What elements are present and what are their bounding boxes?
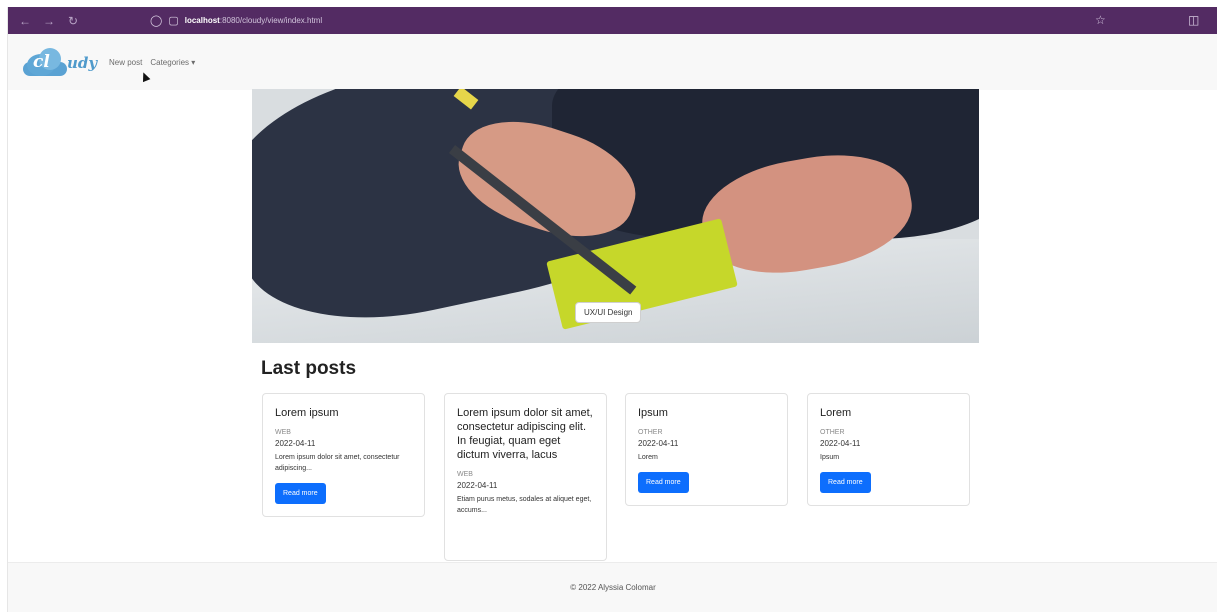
post-title: Lorem ipsum dolor sit amet, consectetur … xyxy=(457,407,593,461)
post-excerpt: Etiam purus metus, sodales at aliquet eg… xyxy=(457,496,592,514)
forward-arrow-icon[interactable]: → xyxy=(42,14,56,28)
browser-window: ← → ↻ ◯ ▢ localhost:8080/cloudy/view/ind… xyxy=(7,7,1217,612)
read-more-button[interactable]: Read more xyxy=(275,483,326,504)
logo-text: cl xyxy=(33,52,50,72)
post-category: OTHER xyxy=(638,429,663,436)
extensions-icon[interactable]: ◫ xyxy=(1188,13,1199,27)
site-logo[interactable]: cl udy xyxy=(21,42,97,82)
hero-category-badge[interactable]: UX/UI Design xyxy=(575,302,642,323)
post-card: Lorem OTHER 2022-04-11 Ipsum Read more xyxy=(807,393,970,506)
post-date: 2022-04-11 xyxy=(457,481,498,490)
nav-categories-dropdown[interactable]: Categories ▾ xyxy=(150,58,195,67)
shield-icon: ◯ xyxy=(150,15,163,27)
post-title: Lorem xyxy=(820,407,852,419)
post-excerpt: Lorem ipsum dolor sit amet, consectetur … xyxy=(275,454,400,472)
hero-carousel-image[interactable]: UX/UI Design xyxy=(252,89,979,343)
section-title: Last posts xyxy=(261,358,357,379)
reload-icon[interactable]: ↻ xyxy=(66,14,80,28)
address-bar[interactable]: ◯ ▢ localhost:8080/cloudy/view/index.htm… xyxy=(150,7,322,34)
nav-new-post[interactable]: New post xyxy=(109,58,142,67)
post-title: Ipsum xyxy=(638,407,668,419)
browser-toolbar: ← → ↻ ◯ ▢ localhost:8080/cloudy/view/ind… xyxy=(8,7,1217,34)
url-text[interactable]: localhost:8080/cloudy/view/index.html xyxy=(185,16,322,25)
post-excerpt: Lorem xyxy=(638,454,658,461)
post-date: 2022-04-11 xyxy=(275,439,316,448)
post-date: 2022-04-11 xyxy=(638,439,679,448)
back-arrow-icon[interactable]: ← xyxy=(18,14,32,28)
bookmark-star-icon[interactable]: ☆ xyxy=(1095,13,1106,27)
page-icon: ▢ xyxy=(168,15,179,27)
post-date: 2022-04-11 xyxy=(820,439,861,448)
read-more-button[interactable]: Read more xyxy=(638,472,689,493)
logo-text-tail: udy xyxy=(67,54,98,72)
post-category: WEB xyxy=(275,429,291,436)
post-category: OTHER xyxy=(820,429,845,436)
post-excerpt: Ipsum xyxy=(820,454,840,461)
footer-copyright: © 2022 Alyssia Colomar xyxy=(570,583,656,592)
read-more-button[interactable]: Read more xyxy=(820,472,871,493)
post-category: WEB xyxy=(457,471,473,478)
post-card: Lorem ipsum WEB 2022-04-11 Lorem ipsum d… xyxy=(262,393,425,517)
post-card: Lorem ipsum dolor sit amet, consectetur … xyxy=(444,393,607,561)
post-title: Lorem ipsum xyxy=(275,407,339,419)
site-footer: © 2022 Alyssia Colomar xyxy=(8,562,1217,612)
post-card: Ipsum OTHER 2022-04-11 Lorem Read more xyxy=(625,393,788,506)
site-navbar: cl udy New post Categories ▾ xyxy=(8,34,1217,90)
